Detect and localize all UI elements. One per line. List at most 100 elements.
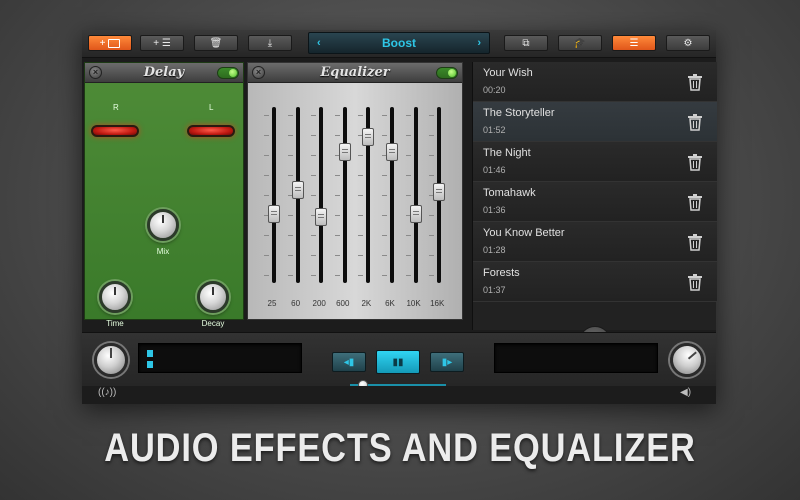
eq-tick <box>311 175 317 176</box>
playlist-button[interactable]: ☰ <box>612 35 656 51</box>
broadcast-icon[interactable]: ((♪)) <box>98 387 116 398</box>
pause-button[interactable]: ▮▮ <box>376 350 420 374</box>
eq-tick <box>287 235 293 236</box>
playlist-track[interactable]: Forests 01:37 <box>473 262 717 302</box>
network-button[interactable]: ⧉ <box>504 35 548 51</box>
eq-tick <box>429 275 435 276</box>
status-bar: ((♪)) ◀) <box>82 386 716 404</box>
eq-tick <box>405 115 411 116</box>
mix-label: Mix <box>156 247 170 256</box>
playlist-track[interactable]: The Night 01:46 <box>473 142 717 182</box>
eq-tick <box>382 235 387 236</box>
trash-icon[interactable] <box>687 73 703 91</box>
eq-tick <box>382 195 387 196</box>
eq-tick <box>311 195 317 196</box>
previous-button[interactable]: ◂▮ <box>332 352 366 372</box>
eq-tick <box>382 275 387 276</box>
decay-label: Decay <box>201 319 225 328</box>
next-button[interactable]: ▮▸ <box>430 352 464 372</box>
effects-rack-icon <box>108 38 121 48</box>
trash-icon: 🗑 <box>209 37 223 49</box>
eq-tick <box>264 235 269 236</box>
delay-header: × Delay <box>85 63 243 83</box>
speaker-icon[interactable]: ◀) <box>680 387 691 398</box>
eq-band-label: 2K <box>361 299 372 308</box>
eq-band-track[interactable] <box>319 107 324 283</box>
graduation-cap-icon: 🎓 <box>573 37 587 49</box>
track-title: The Night <box>483 147 531 159</box>
eq-tick <box>382 115 387 116</box>
time-knob[interactable] <box>99 281 131 313</box>
track-duration: 01:28 <box>483 245 506 255</box>
preset-next-button[interactable]: › <box>477 37 481 49</box>
eq-band-slider[interactable] <box>268 204 280 223</box>
level-meter-left <box>147 350 150 357</box>
playlist-track[interactable]: Tomahawk 01:36 <box>473 182 717 222</box>
eq-band-slider[interactable] <box>338 143 351 162</box>
preset-selector[interactable]: ‹ Boost › <box>308 32 490 54</box>
input-gain-knob[interactable] <box>94 343 128 377</box>
eq-tick <box>429 115 435 116</box>
eq-tick <box>311 275 317 276</box>
tutorial-button[interactable]: 🎓 <box>558 35 602 51</box>
trash-icon[interactable] <box>687 273 703 291</box>
eq-tick <box>334 275 340 276</box>
decay-knob[interactable] <box>197 281 229 313</box>
eq-tick <box>264 175 269 176</box>
eq-tick <box>405 155 411 156</box>
eq-tick <box>429 135 435 136</box>
equalizer-enable-toggle[interactable] <box>436 67 458 79</box>
eq-band-track[interactable] <box>272 107 276 283</box>
eq-tick <box>287 135 293 136</box>
left-channel-label: L <box>209 103 214 112</box>
track-duration: 01:46 <box>483 165 506 175</box>
eq-band-label: 6K <box>385 299 395 308</box>
preset-prev-button[interactable]: ‹ <box>317 37 321 49</box>
headline: AUDIO EFFECTS AND EQUALIZER <box>104 426 696 470</box>
add-eq-button[interactable]: + ☰ <box>140 35 184 51</box>
eq-tick <box>429 155 435 156</box>
trash-icon[interactable] <box>687 193 703 211</box>
toolbar: + + ☰ 🗑 ⤓ ‹ Boost › ⧉ 🎓 ☰ ⚙ <box>82 30 716 58</box>
mix-knob[interactable] <box>147 209 179 241</box>
eq-band-track[interactable] <box>413 107 418 283</box>
track-title: You Know Better <box>483 227 565 239</box>
eq-tick <box>358 275 364 276</box>
trash-icon[interactable] <box>687 153 703 171</box>
playlist-track[interactable]: The Storyteller 01:52 <box>473 102 717 142</box>
track-title: Forests <box>483 267 520 279</box>
eq-tick <box>405 135 411 136</box>
eq-band-track[interactable] <box>390 107 394 283</box>
add-effect-button[interactable]: + <box>88 35 132 51</box>
download-button[interactable]: ⤓ <box>248 35 292 51</box>
delete-button[interactable]: 🗑 <box>194 35 238 51</box>
level-meter-display <box>138 343 302 373</box>
settings-button[interactable]: ⚙ <box>666 35 710 51</box>
eq-band-slider[interactable] <box>315 208 328 227</box>
eq-tick <box>287 255 293 256</box>
app-window: + + ☰ 🗑 ⤓ ‹ Boost › ⧉ 🎓 ☰ ⚙ × Delay R L … <box>82 30 717 404</box>
eq-tick <box>287 155 293 156</box>
playlist-track[interactable]: You Know Better 01:28 <box>473 222 717 262</box>
eq-band-track[interactable] <box>342 107 347 283</box>
playlist-track[interactable]: Your Wish 00:20 <box>473 62 717 102</box>
eq-tick <box>405 235 411 236</box>
right-channel-label: R <box>113 103 119 112</box>
delay-enable-toggle[interactable] <box>217 67 239 79</box>
eq-band-slider[interactable] <box>291 181 304 200</box>
playlist: Your Wish 00:20 The Storyteller 01:52 The Ni… <box>472 62 717 358</box>
trash-icon[interactable] <box>687 113 703 131</box>
trash-icon[interactable] <box>687 233 703 251</box>
eq-tick <box>334 255 340 256</box>
eq-tick <box>358 115 364 116</box>
eq-band-slider[interactable] <box>386 143 398 162</box>
eq-tick <box>405 255 411 256</box>
volume-knob[interactable] <box>663 336 711 384</box>
eq-tick <box>334 235 340 236</box>
eq-band-slider[interactable] <box>409 204 422 223</box>
eq-tick <box>358 175 364 176</box>
eq-band-slider[interactable] <box>362 127 375 146</box>
eq-band-slider[interactable] <box>433 182 446 201</box>
eq-tick <box>429 255 435 256</box>
eq-tick <box>264 155 269 156</box>
